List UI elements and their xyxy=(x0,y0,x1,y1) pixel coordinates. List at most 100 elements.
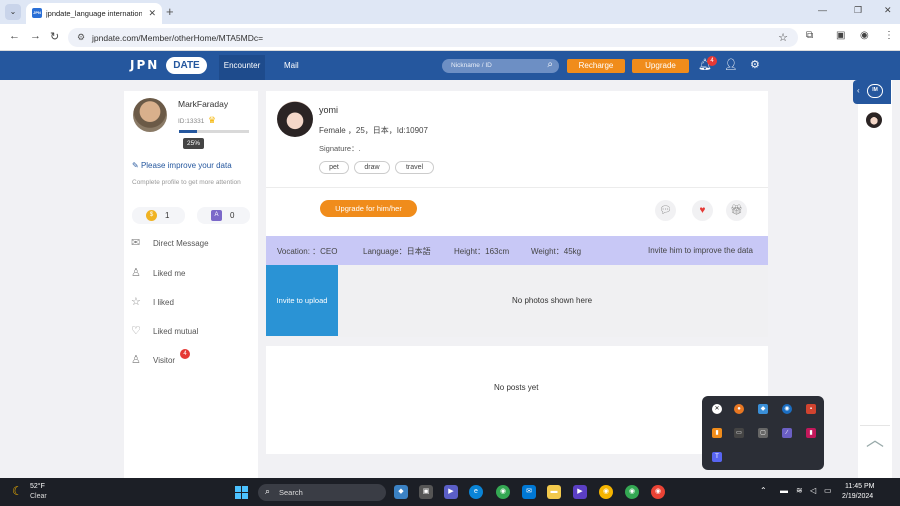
weather-condition: Clear xyxy=(30,493,47,500)
chevron-up-icon[interactable]: ⌃ xyxy=(760,486,767,495)
site-info-icon[interactable]: ⚙ xyxy=(77,32,85,43)
menu-liked-me-label: Liked me xyxy=(153,269,186,278)
upgrade-button[interactable]: Upgrade xyxy=(632,59,689,73)
tab-search-button[interactable]: ⌄ xyxy=(5,4,21,20)
app-tray-icon[interactable]: ▮ xyxy=(712,428,722,438)
meet-icon[interactable]: ▶ xyxy=(444,485,458,499)
invite-improve-link[interactable]: Invite him to improve the data xyxy=(648,246,753,255)
network-app-icon[interactable]: ◆ xyxy=(758,404,768,414)
browser-tab-bar: ⌄ JPN jpndate_language internation ✕ + —… xyxy=(0,0,900,24)
window-app-icon[interactable]: ▢ xyxy=(758,428,768,438)
teams-icon[interactable]: T xyxy=(712,452,722,462)
forward-icon[interactable]: → xyxy=(30,30,41,42)
chrome-icon[interactable]: ◉ xyxy=(496,485,510,499)
chrome-profile-2-icon[interactable]: ◉ xyxy=(651,485,665,499)
back-icon[interactable]: ← xyxy=(9,30,20,42)
chrome-canary-icon[interactable]: ◉ xyxy=(599,485,613,499)
gear-icon[interactable]: ⚙ xyxy=(750,58,760,71)
search-input[interactable]: Nickname / ID ⌕ xyxy=(442,59,559,73)
tag-travel: travel xyxy=(395,161,434,174)
browser-menu-icon[interactable]: ⋮ xyxy=(884,30,894,41)
xbox-icon[interactable]: ✕ xyxy=(712,404,722,414)
taskbar-app-icon[interactable]: ◆ xyxy=(394,485,408,499)
search-icon[interactable]: ⌕ xyxy=(547,59,553,70)
media-app-icon[interactable]: ▶ xyxy=(573,485,587,499)
taskbar-search-label: Search xyxy=(279,488,303,497)
chevron-left-icon: ‹ xyxy=(857,86,860,95)
search-placeholder: Nickname / ID xyxy=(451,62,492,69)
taskbar: ☾ 52°F Clear ⌕ Search ◆ ▣ ▶ e ◉ ✉ ▬ ▶ ◉ … xyxy=(0,478,900,506)
points-value: 0 xyxy=(230,211,235,220)
invite-upload-button[interactable]: Invite to upload xyxy=(266,265,338,336)
url-text: jpndate.com/Member/otherHome/MTA5MDc= xyxy=(92,33,264,43)
message-icon[interactable]: 💬︎ xyxy=(655,200,676,221)
site-header: JPN DATE Encounter Mail Nickname / ID ⌕ … xyxy=(0,51,900,80)
chat-contact-avatar[interactable] xyxy=(866,112,882,128)
scroll-top-icon[interactable]: ︿ xyxy=(860,425,890,453)
tray-app-icon[interactable]: ▬ xyxy=(780,486,788,495)
moon-icon[interactable]: ☾ xyxy=(12,484,23,498)
pen-app-icon[interactable]: ∕ xyxy=(782,428,792,438)
app-orange-icon[interactable]: ● xyxy=(734,404,744,414)
detail-weight: Weight：45kg xyxy=(531,247,582,256)
maximize-icon[interactable]: ❐ xyxy=(854,5,862,16)
add-friend-icon[interactable]: 👤︎ xyxy=(724,58,738,71)
no-posts-text: No posts yet xyxy=(494,383,539,392)
points-stat[interactable]: A 0 xyxy=(197,207,250,224)
nav-mail[interactable]: Mail xyxy=(284,61,299,70)
tab-close-icon[interactable]: ✕ xyxy=(148,8,156,19)
bookmark-star-icon[interactable]: ☆ xyxy=(778,31,788,44)
hearts-icon: ♡ xyxy=(131,325,141,337)
chrome-profile-icon[interactable]: ◉ xyxy=(625,485,639,499)
new-tab-button[interactable]: + xyxy=(166,4,174,19)
avatar[interactable] xyxy=(133,98,167,132)
extensions-icon[interactable]: ⧉ xyxy=(806,30,813,41)
task-view-icon[interactable]: ▣ xyxy=(419,485,433,499)
window-close-icon[interactable]: ✕ xyxy=(884,5,892,16)
menu-direct-message-label: Direct Message xyxy=(153,239,209,248)
clock-time[interactable]: 11:45 PM xyxy=(845,483,874,490)
progress-fill xyxy=(179,130,197,133)
improve-hint: Complete profile to get more attention xyxy=(132,179,241,186)
profile-name: yomi xyxy=(319,105,339,115)
gift-icon[interactable]: 🎁︎ xyxy=(726,200,747,221)
mail-app-icon[interactable]: ✉ xyxy=(522,485,536,499)
battery-icon[interactable]: ▭ xyxy=(824,486,832,495)
minimize-icon[interactable]: — xyxy=(818,5,827,15)
volume-icon[interactable]: ◁ xyxy=(810,486,816,495)
tag-pet: pet xyxy=(319,161,349,174)
profile-avatar[interactable] xyxy=(277,101,313,137)
edge-icon[interactable]: e xyxy=(469,485,483,499)
person-icon: ♙ xyxy=(131,267,141,279)
sidebar-icon[interactable]: ▣ xyxy=(836,30,845,41)
clock-date[interactable]: 2/19/2024 xyxy=(842,493,873,500)
windows-start-icon[interactable] xyxy=(235,486,248,499)
browser-tab-active[interactable]: JPN jpndate_language internation ✕ xyxy=(26,3,162,24)
chat-toggle[interactable]: ‹ IM xyxy=(853,80,891,104)
coins-stat[interactable]: $ 1 xyxy=(132,207,185,224)
taskbar-search[interactable]: ⌕ Search xyxy=(258,484,386,501)
coins-value: 1 xyxy=(165,211,170,220)
terminal-icon[interactable]: ▭ xyxy=(734,428,744,438)
address-bar[interactable]: ⚙ jpndate.com/Member/otherHome/MTA5MDc= … xyxy=(68,28,798,47)
mail-icon: ✉ xyxy=(131,237,141,249)
star-icon: ☆ xyxy=(131,296,141,308)
user-name: MarkFaraday xyxy=(178,99,229,109)
reload-icon[interactable]: ↻ xyxy=(50,30,59,43)
recharge-button[interactable]: Recharge xyxy=(567,59,625,73)
steam-icon[interactable]: ◉ xyxy=(782,404,792,414)
heart-icon[interactable]: ♥ xyxy=(692,200,713,221)
weather-temp: 52°F xyxy=(30,483,45,490)
tag-draw: draw xyxy=(354,161,390,174)
no-photos-text: No photos shown here xyxy=(512,296,593,305)
improve-data-link[interactable]: ✎ Please improve your data xyxy=(132,161,232,170)
wifi-icon[interactable]: ≋ xyxy=(796,486,803,495)
pink-app-icon[interactable]: ▮ xyxy=(806,428,816,438)
file-explorer-icon[interactable]: ▬ xyxy=(547,485,561,499)
upgrade-for-her-button[interactable]: Upgrade for him/her xyxy=(320,200,417,217)
profile-icon[interactable]: ◉ xyxy=(860,30,869,41)
detail-language: Language：日本語 xyxy=(363,247,431,256)
nav-encounter[interactable]: Encounter xyxy=(219,55,265,80)
visitor-icon: ♙ xyxy=(131,354,141,366)
office-icon[interactable]: ▪ xyxy=(806,404,816,414)
